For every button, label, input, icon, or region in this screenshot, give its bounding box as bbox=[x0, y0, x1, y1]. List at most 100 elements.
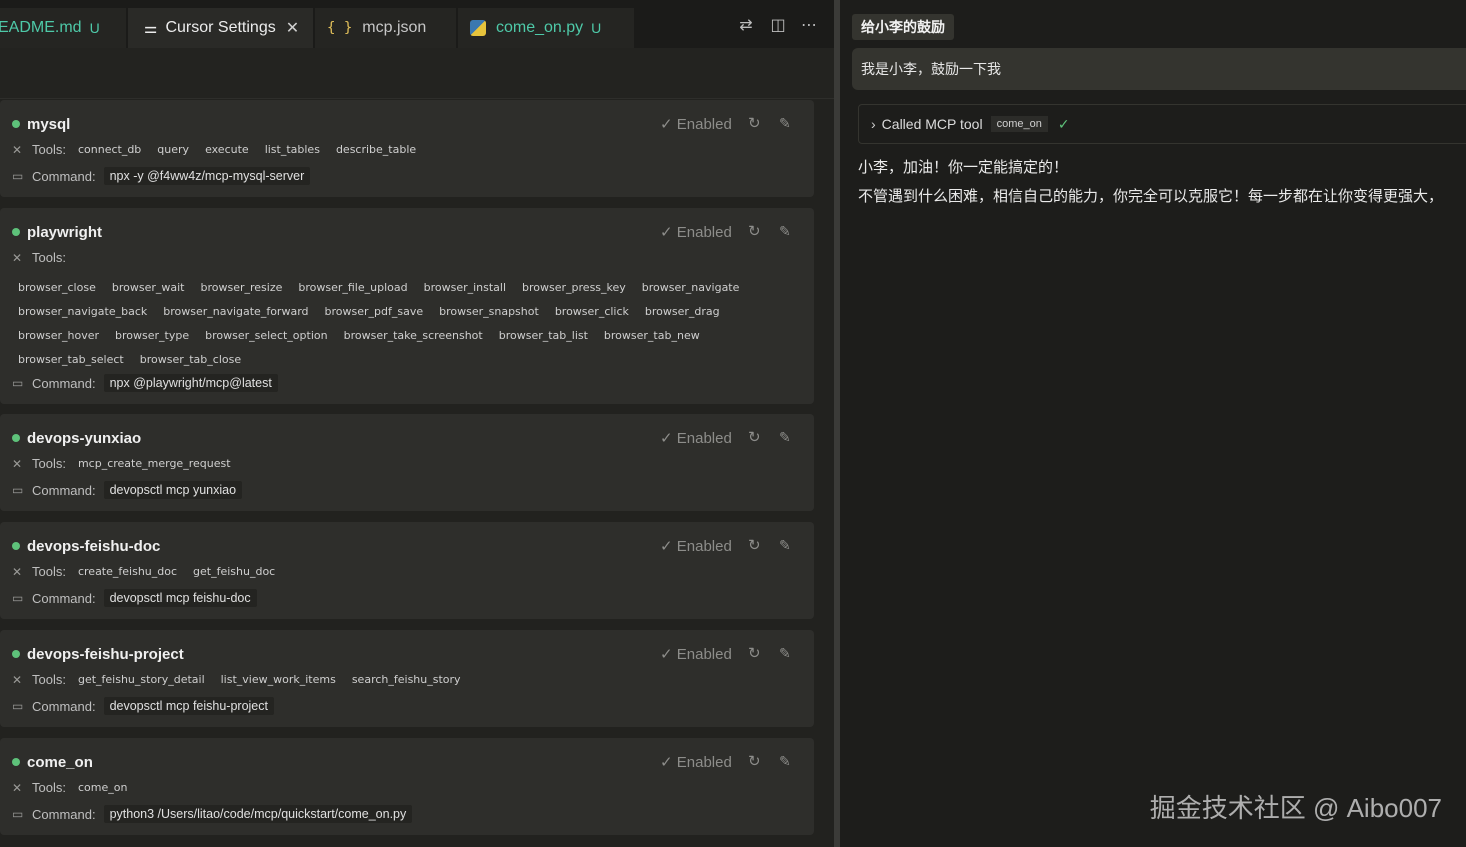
command-row: ▭ Command: devopsctl mcp feishu-project bbox=[12, 697, 274, 715]
tools-row: ✕ Tools: come_on bbox=[12, 780, 128, 795]
tools-row: ✕ Tools: bbox=[12, 250, 66, 265]
enabled-status[interactable]: ✓ Enabled bbox=[660, 223, 732, 241]
more-actions-icon[interactable]: ⋯ bbox=[799, 16, 819, 36]
command-value: python3 /Users/litao/code/mcp/quickstart… bbox=[103, 805, 413, 823]
tools-list: browser_navigate_back browser_navigate_fo… bbox=[18, 305, 720, 318]
chevron-right-icon: › bbox=[871, 116, 876, 132]
command-value: devopsctl mcp feishu-doc bbox=[103, 589, 257, 607]
server-name: come_on bbox=[27, 754, 93, 771]
python-icon bbox=[470, 20, 486, 36]
refresh-icon[interactable]: ↻ bbox=[748, 752, 761, 770]
mcp-server-card: playwright ✓ Enabled ↻ ✎ ✕ Tools: browse… bbox=[0, 208, 814, 404]
enabled-status[interactable]: ✓ Enabled bbox=[660, 537, 732, 555]
edit-icon[interactable]: ✎ bbox=[779, 645, 791, 662]
tools-icon: ✕ bbox=[12, 780, 23, 795]
editor-area: EADME.md U ⚌ Cursor Settings ✕ { } mcp.j… bbox=[0, 0, 834, 847]
enabled-status[interactable]: ✓ Enabled bbox=[660, 753, 732, 771]
tool-name-tag: come_on bbox=[990, 116, 1048, 132]
edit-icon[interactable]: ✎ bbox=[779, 223, 791, 240]
untracked-badge: U bbox=[591, 20, 602, 36]
tools-row: ✕ Tools: mcp_create_merge_request bbox=[12, 456, 231, 471]
enabled-status[interactable]: ✓ Enabled bbox=[660, 115, 732, 133]
tool-chip: execute bbox=[205, 143, 249, 156]
command-row: ▭ Command: devopsctl mcp yunxiao bbox=[12, 481, 243, 499]
tab-mcp-json[interactable]: { } mcp.json bbox=[315, 8, 456, 48]
edit-icon[interactable]: ✎ bbox=[779, 429, 791, 446]
user-message[interactable]: 我是小李，鼓励一下我 bbox=[852, 48, 1466, 90]
check-icon: ✓ bbox=[1057, 115, 1070, 132]
mcp-server-card: devops-feishu-project ✓ Enabled ↻ ✎ ✕ To… bbox=[0, 630, 814, 727]
refresh-icon[interactable]: ↻ bbox=[748, 428, 761, 446]
mcp-tool-call[interactable]: › Called MCP tool come_on ✓ bbox=[858, 104, 1466, 144]
status-dot bbox=[12, 542, 20, 550]
chat-title[interactable]: 给小李的鼓励 bbox=[852, 14, 954, 40]
edit-icon[interactable]: ✎ bbox=[779, 115, 791, 132]
tool-chip: create_feishu_doc bbox=[77, 565, 178, 578]
status-dot bbox=[12, 650, 20, 658]
tools-row: ✕ Tools: create_feishu_doc get_feishu_do… bbox=[12, 564, 276, 579]
refresh-icon[interactable]: ↻ bbox=[748, 644, 761, 662]
command-value: npx -y @f4ww4z/mcp-mysql-server bbox=[103, 167, 311, 185]
mcp-server-card: devops-feishu-doc ✓ Enabled ↻ ✎ ✕ Tools:… bbox=[0, 522, 814, 619]
untracked-badge: U bbox=[89, 20, 100, 36]
terminal-icon: ▭ bbox=[12, 483, 24, 497]
chat-panel: 给小李的鼓励 我是小李，鼓励一下我 › Called MCP tool come… bbox=[840, 0, 1466, 847]
command-row: ▭ Command: npx @playwright/mcp@latest bbox=[12, 374, 278, 392]
command-row: ▭ Command: python3 /Users/litao/code/mcp… bbox=[12, 805, 413, 823]
terminal-icon: ▭ bbox=[12, 591, 24, 605]
tool-chip: mcp_create_merge_request bbox=[77, 457, 231, 470]
tab-cursor-settings[interactable]: ⚌ Cursor Settings ✕ bbox=[128, 8, 313, 48]
tab-come-on-py[interactable]: come_on.py U bbox=[458, 8, 634, 48]
status-dot bbox=[12, 120, 20, 128]
mcp-server-card: devops-yunxiao ✓ Enabled ↻ ✎ ✕ Tools: mc… bbox=[0, 414, 814, 511]
tab-label: EADME.md bbox=[0, 19, 82, 36]
tool-chip: describe_table bbox=[335, 143, 417, 156]
enabled-status[interactable]: ✓ Enabled bbox=[660, 429, 732, 447]
tools-list: browser_tab_select browser_tab_close bbox=[18, 353, 242, 366]
tab-readme[interactable]: EADME.md U bbox=[0, 8, 126, 48]
braces-icon: { } bbox=[327, 20, 353, 36]
enabled-status[interactable]: ✓ Enabled bbox=[660, 645, 732, 663]
status-dot bbox=[12, 758, 20, 766]
settings-sliders-icon: ⚌ bbox=[144, 20, 158, 37]
tool-chip: list_view_work_items bbox=[220, 673, 336, 686]
terminal-icon: ▭ bbox=[12, 376, 24, 390]
server-name: mysql bbox=[27, 116, 71, 133]
tools-icon: ✕ bbox=[12, 142, 23, 157]
edit-icon[interactable]: ✎ bbox=[779, 537, 791, 554]
server-name: playwright bbox=[27, 224, 103, 241]
tab-label: come_on.py bbox=[496, 19, 584, 36]
mcp-server-card: mysql ✓ Enabled ↻ ✎ ✕ Tools: connect_db … bbox=[0, 100, 814, 197]
tools-icon: ✕ bbox=[12, 250, 23, 265]
tools-list: browser_hover browser_type browser_select_… bbox=[18, 329, 700, 342]
assistant-reply-line: 小李，加油！你一定能搞定的！ bbox=[858, 159, 1069, 176]
compare-changes-icon[interactable]: ⇄ bbox=[736, 16, 756, 36]
edit-icon[interactable]: ✎ bbox=[779, 753, 791, 770]
tab-label: mcp.json bbox=[362, 19, 427, 36]
status-dot bbox=[12, 434, 20, 442]
assistant-reply-line: 不管遇到什么困难，相信自己的能力，你完全可以克服它！每一步都在让你变得更强大， bbox=[858, 188, 1444, 205]
tool-chip: come_on bbox=[77, 781, 128, 794]
server-name: devops-feishu-doc bbox=[27, 538, 161, 555]
close-icon[interactable]: ✕ bbox=[286, 18, 299, 38]
terminal-icon: ▭ bbox=[12, 699, 24, 713]
tool-chip: get_feishu_doc bbox=[193, 565, 276, 578]
status-dot bbox=[12, 228, 20, 236]
settings-header bbox=[0, 48, 834, 99]
server-name: devops-feishu-project bbox=[27, 646, 184, 663]
command-value: devopsctl mcp yunxiao bbox=[103, 481, 243, 499]
mcp-server-card: come_on ✓ Enabled ↻ ✎ ✕ Tools: come_on ▭… bbox=[0, 738, 814, 835]
command-row: ▭ Command: devopsctl mcp feishu-doc bbox=[12, 589, 257, 607]
tools-list: browser_close browser_wait browser_resize b… bbox=[18, 281, 740, 294]
split-editor-icon[interactable]: ◫ bbox=[768, 16, 788, 36]
tool-chip: get_feishu_story_detail bbox=[77, 673, 205, 686]
tab-label: Cursor Settings bbox=[165, 19, 276, 36]
refresh-icon[interactable]: ↻ bbox=[748, 222, 761, 240]
refresh-icon[interactable]: ↻ bbox=[748, 114, 761, 132]
tools-row: ✕ Tools: connect_db query execute list_t… bbox=[12, 142, 417, 157]
refresh-icon[interactable]: ↻ bbox=[748, 536, 761, 554]
tab-bar: EADME.md U ⚌ Cursor Settings ✕ { } mcp.j… bbox=[0, 0, 834, 48]
watermark: 掘金技术社区 @ Aibo007 bbox=[1149, 793, 1442, 823]
tool-chip: query bbox=[157, 143, 190, 156]
tools-row: ✕ Tools: get_feishu_story_detail list_vi… bbox=[12, 672, 461, 687]
